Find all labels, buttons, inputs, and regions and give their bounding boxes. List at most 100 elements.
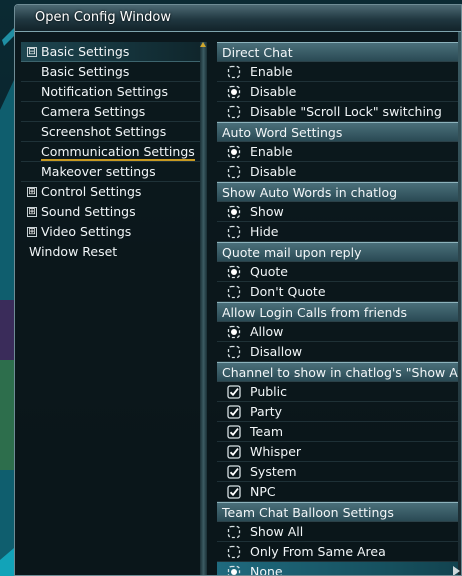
nav-item-label: Camera Settings <box>41 104 146 119</box>
checkbox-checked-icon[interactable] <box>227 465 241 479</box>
option-label: Disable "Scroll Lock" switching <box>250 104 442 119</box>
nav-item-basic-settings[interactable]: Basic Settings <box>21 62 205 82</box>
option-channel-team[interactable]: Team <box>217 422 461 442</box>
option-label: Disable <box>250 164 297 179</box>
window-titlebar[interactable]: Open Config Window <box>15 5 461 32</box>
settings-panel: Direct Chat Enable Disable Disable "Scro… <box>217 42 461 576</box>
config-window: Open Config Window ⊟ Basic Settings Basi… <box>14 4 462 576</box>
option-channel-npc[interactable]: NPC <box>217 482 461 502</box>
window-right-border <box>458 32 461 575</box>
checkbox-checked-icon[interactable] <box>227 405 241 419</box>
window-reset-label: Window Reset <box>29 244 118 259</box>
nav-category-label: Control Settings <box>41 184 142 199</box>
expand-icon: ⊞ <box>27 227 37 237</box>
option-label: Public <box>250 384 287 399</box>
option-allow[interactable]: Allow <box>217 322 461 342</box>
nav-category-label: Basic Settings <box>41 44 130 59</box>
scroll-right-arrow-icon[interactable] <box>453 566 460 575</box>
collapse-icon: ⊟ <box>27 47 37 57</box>
nav-category-sound-settings[interactable]: ⊞ Sound Settings <box>21 202 205 222</box>
option-label: Team <box>250 424 284 439</box>
option-auto-words-hide[interactable]: Hide <box>217 222 461 242</box>
option-label: Disallow <box>250 344 303 359</box>
radio-unselected-icon[interactable] <box>227 165 241 179</box>
option-label: Enable <box>250 64 293 79</box>
radio-selected-icon[interactable] <box>227 145 241 159</box>
checkbox-checked-icon[interactable] <box>227 485 241 499</box>
nav-category-label: Sound Settings <box>41 204 136 219</box>
checkbox-checked-icon[interactable] <box>227 445 241 459</box>
nav-category-basic-settings[interactable]: ⊟ Basic Settings <box>21 42 205 62</box>
option-auto-word-disable[interactable]: Disable <box>217 162 461 182</box>
nav-category-label: Video Settings <box>41 224 132 239</box>
scroll-up-arrow-icon[interactable] <box>200 42 206 47</box>
checkbox-checked-icon[interactable] <box>227 425 241 439</box>
radio-unselected-icon[interactable] <box>227 285 241 299</box>
option-label: Enable <box>250 144 293 159</box>
nav-item-label: Notification Settings <box>41 84 168 99</box>
option-label: Allow <box>250 324 284 339</box>
radio-selected-icon[interactable] <box>227 565 241 575</box>
option-quote[interactable]: Quote <box>217 262 461 282</box>
radio-unselected-icon[interactable] <box>227 345 241 359</box>
section-header-auto-word: Auto Word Settings <box>217 122 461 142</box>
nav-item-label: Screenshot Settings <box>41 124 167 139</box>
option-channel-whisper[interactable]: Whisper <box>217 442 461 462</box>
nav-item-makeover-settings[interactable]: Makeover settings <box>21 162 205 182</box>
option-direct-chat-disable[interactable]: Disable <box>217 82 461 102</box>
option-auto-words-show[interactable]: Show <box>217 202 461 222</box>
section-header-login-calls: Allow Login Calls from friends <box>217 302 461 322</box>
radio-unselected-icon[interactable] <box>227 525 241 539</box>
expand-icon: ⊞ <box>27 187 37 197</box>
section-header-team-chat-balloon: Team Chat Balloon Settings <box>217 502 461 522</box>
checkbox-checked-icon[interactable] <box>227 385 241 399</box>
section-header-direct-chat: Direct Chat <box>217 42 461 62</box>
expand-icon: ⊞ <box>27 207 37 217</box>
nav-item-label: Communication Settings <box>41 144 195 161</box>
option-label: Whisper <box>250 444 302 459</box>
radio-unselected-icon[interactable] <box>227 65 241 79</box>
option-label: Disable <box>250 84 297 99</box>
nav-category-video-settings[interactable]: ⊞ Video Settings <box>21 222 205 242</box>
window-reset-button[interactable]: Window Reset <box>21 242 205 262</box>
nav-item-camera-settings[interactable]: Camera Settings <box>21 102 205 122</box>
nav-item-label: Makeover settings <box>41 164 156 179</box>
option-label: System <box>250 464 297 479</box>
option-balloon-show-all[interactable]: Show All <box>217 522 461 542</box>
section-header-chatlog-channels: Channel to show in chatlog's "Show All <box>217 362 461 382</box>
nav-category-control-settings[interactable]: ⊞ Control Settings <box>21 182 205 202</box>
option-channel-system[interactable]: System <box>217 462 461 482</box>
section-header-show-auto-words: Show Auto Words in chatlog <box>217 182 461 202</box>
option-label: Party <box>250 404 283 419</box>
option-label: Show <box>250 204 284 219</box>
option-label: Show All <box>250 524 304 539</box>
option-channel-public[interactable]: Public <box>217 382 461 402</box>
settings-nav: ⊟ Basic Settings Basic Settings Notifica… <box>21 42 205 259</box>
nav-item-notification-settings[interactable]: Notification Settings <box>21 82 205 102</box>
option-dont-quote[interactable]: Don't Quote <box>217 282 461 302</box>
window-title: Open Config Window <box>35 10 171 25</box>
radio-selected-icon[interactable] <box>227 265 241 279</box>
option-label: None <box>250 564 283 576</box>
pane-splitter[interactable] <box>200 42 207 575</box>
option-direct-chat-enable[interactable]: Enable <box>217 62 461 82</box>
nav-item-communication-settings[interactable]: Communication Settings <box>21 142 205 162</box>
checkbox-unchecked-icon[interactable] <box>227 105 241 119</box>
option-label: Only From Same Area <box>250 544 386 559</box>
nav-item-screenshot-settings[interactable]: Screenshot Settings <box>21 122 205 142</box>
option-balloon-same-area[interactable]: Only From Same Area <box>217 542 461 562</box>
radio-selected-icon[interactable] <box>227 205 241 219</box>
option-disable-scroll-lock[interactable]: Disable "Scroll Lock" switching <box>217 102 461 122</box>
option-label: NPC <box>250 484 276 499</box>
radio-selected-icon[interactable] <box>227 85 241 99</box>
radio-selected-icon[interactable] <box>227 325 241 339</box>
option-channel-party[interactable]: Party <box>217 402 461 422</box>
radio-unselected-icon[interactable] <box>227 545 241 559</box>
option-auto-word-enable[interactable]: Enable <box>217 142 461 162</box>
option-disallow[interactable]: Disallow <box>217 342 461 362</box>
radio-unselected-icon[interactable] <box>227 225 241 239</box>
section-header-quote-mail: Quote mail upon reply <box>217 242 461 262</box>
nav-item-label: Basic Settings <box>41 64 130 79</box>
option-label: Hide <box>250 224 279 239</box>
option-balloon-none[interactable]: None <box>217 562 461 576</box>
